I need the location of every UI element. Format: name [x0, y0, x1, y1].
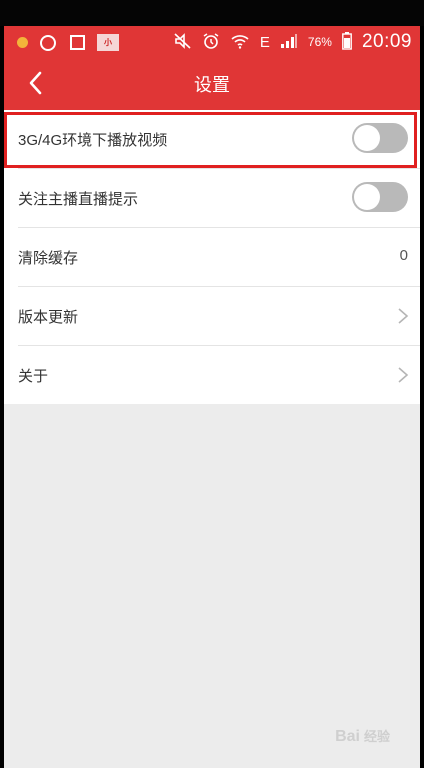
setting-label: 关注主播直播提示	[18, 191, 139, 208]
image-notification-icon	[70, 35, 85, 50]
setting-label: 关于	[18, 368, 49, 385]
battery-icon	[342, 31, 352, 53]
settings-list: 3G/4G环境下播放视频 关注主播直播提示 清除缓存 0 版本更新 关于	[4, 110, 420, 404]
status-bar: 小 E 76% 20:09	[4, 26, 420, 58]
mute-icon	[174, 32, 192, 52]
watermark-logo: Bai	[335, 728, 360, 745]
chevron-right-icon	[398, 308, 409, 324]
setting-row-about[interactable]: 关于	[18, 346, 420, 404]
setting-row-mobile-video[interactable]: 3G/4G环境下播放视频	[18, 110, 420, 169]
notification-dot-icon	[17, 37, 28, 48]
setting-label: 版本更新	[18, 309, 79, 326]
cache-size-value: 0	[399, 247, 408, 264]
phone-screen: 小 E 76% 20:09 设置 3G/4G环境下播放视频 关注主播直播提示 清…	[4, 26, 420, 768]
signal-icon	[280, 33, 298, 52]
toggle-knob	[354, 125, 380, 151]
setting-label: 清除缓存	[18, 250, 79, 267]
clock: 20:09	[361, 31, 412, 52]
page-title: 设置	[194, 75, 230, 95]
alarm-icon	[202, 32, 220, 53]
network-type-label: E	[259, 33, 270, 51]
setting-row-clear-cache[interactable]: 清除缓存 0	[18, 228, 420, 287]
toggle-knob	[354, 184, 380, 210]
setting-row-version-update[interactable]: 版本更新	[18, 287, 420, 346]
setting-row-live-reminder[interactable]: 关注主播直播提示	[18, 169, 420, 228]
app-notification-icon: 小	[97, 34, 119, 51]
header-bar: 设置	[4, 58, 420, 110]
live-reminder-toggle[interactable]	[352, 182, 408, 212]
watermark: Bai 经验	[335, 726, 390, 746]
watermark-text: 经验	[363, 729, 390, 744]
wifi-icon	[230, 33, 250, 52]
battery-percent: 76%	[307, 35, 332, 49]
chat-app-icon	[40, 35, 56, 51]
status-right-group: E 76% 20:09	[174, 31, 412, 53]
mobile-video-toggle[interactable]	[352, 123, 408, 153]
chevron-right-icon	[398, 367, 409, 383]
setting-label: 3G/4G环境下播放视频	[18, 132, 168, 149]
top-bezel	[0, 0, 424, 26]
